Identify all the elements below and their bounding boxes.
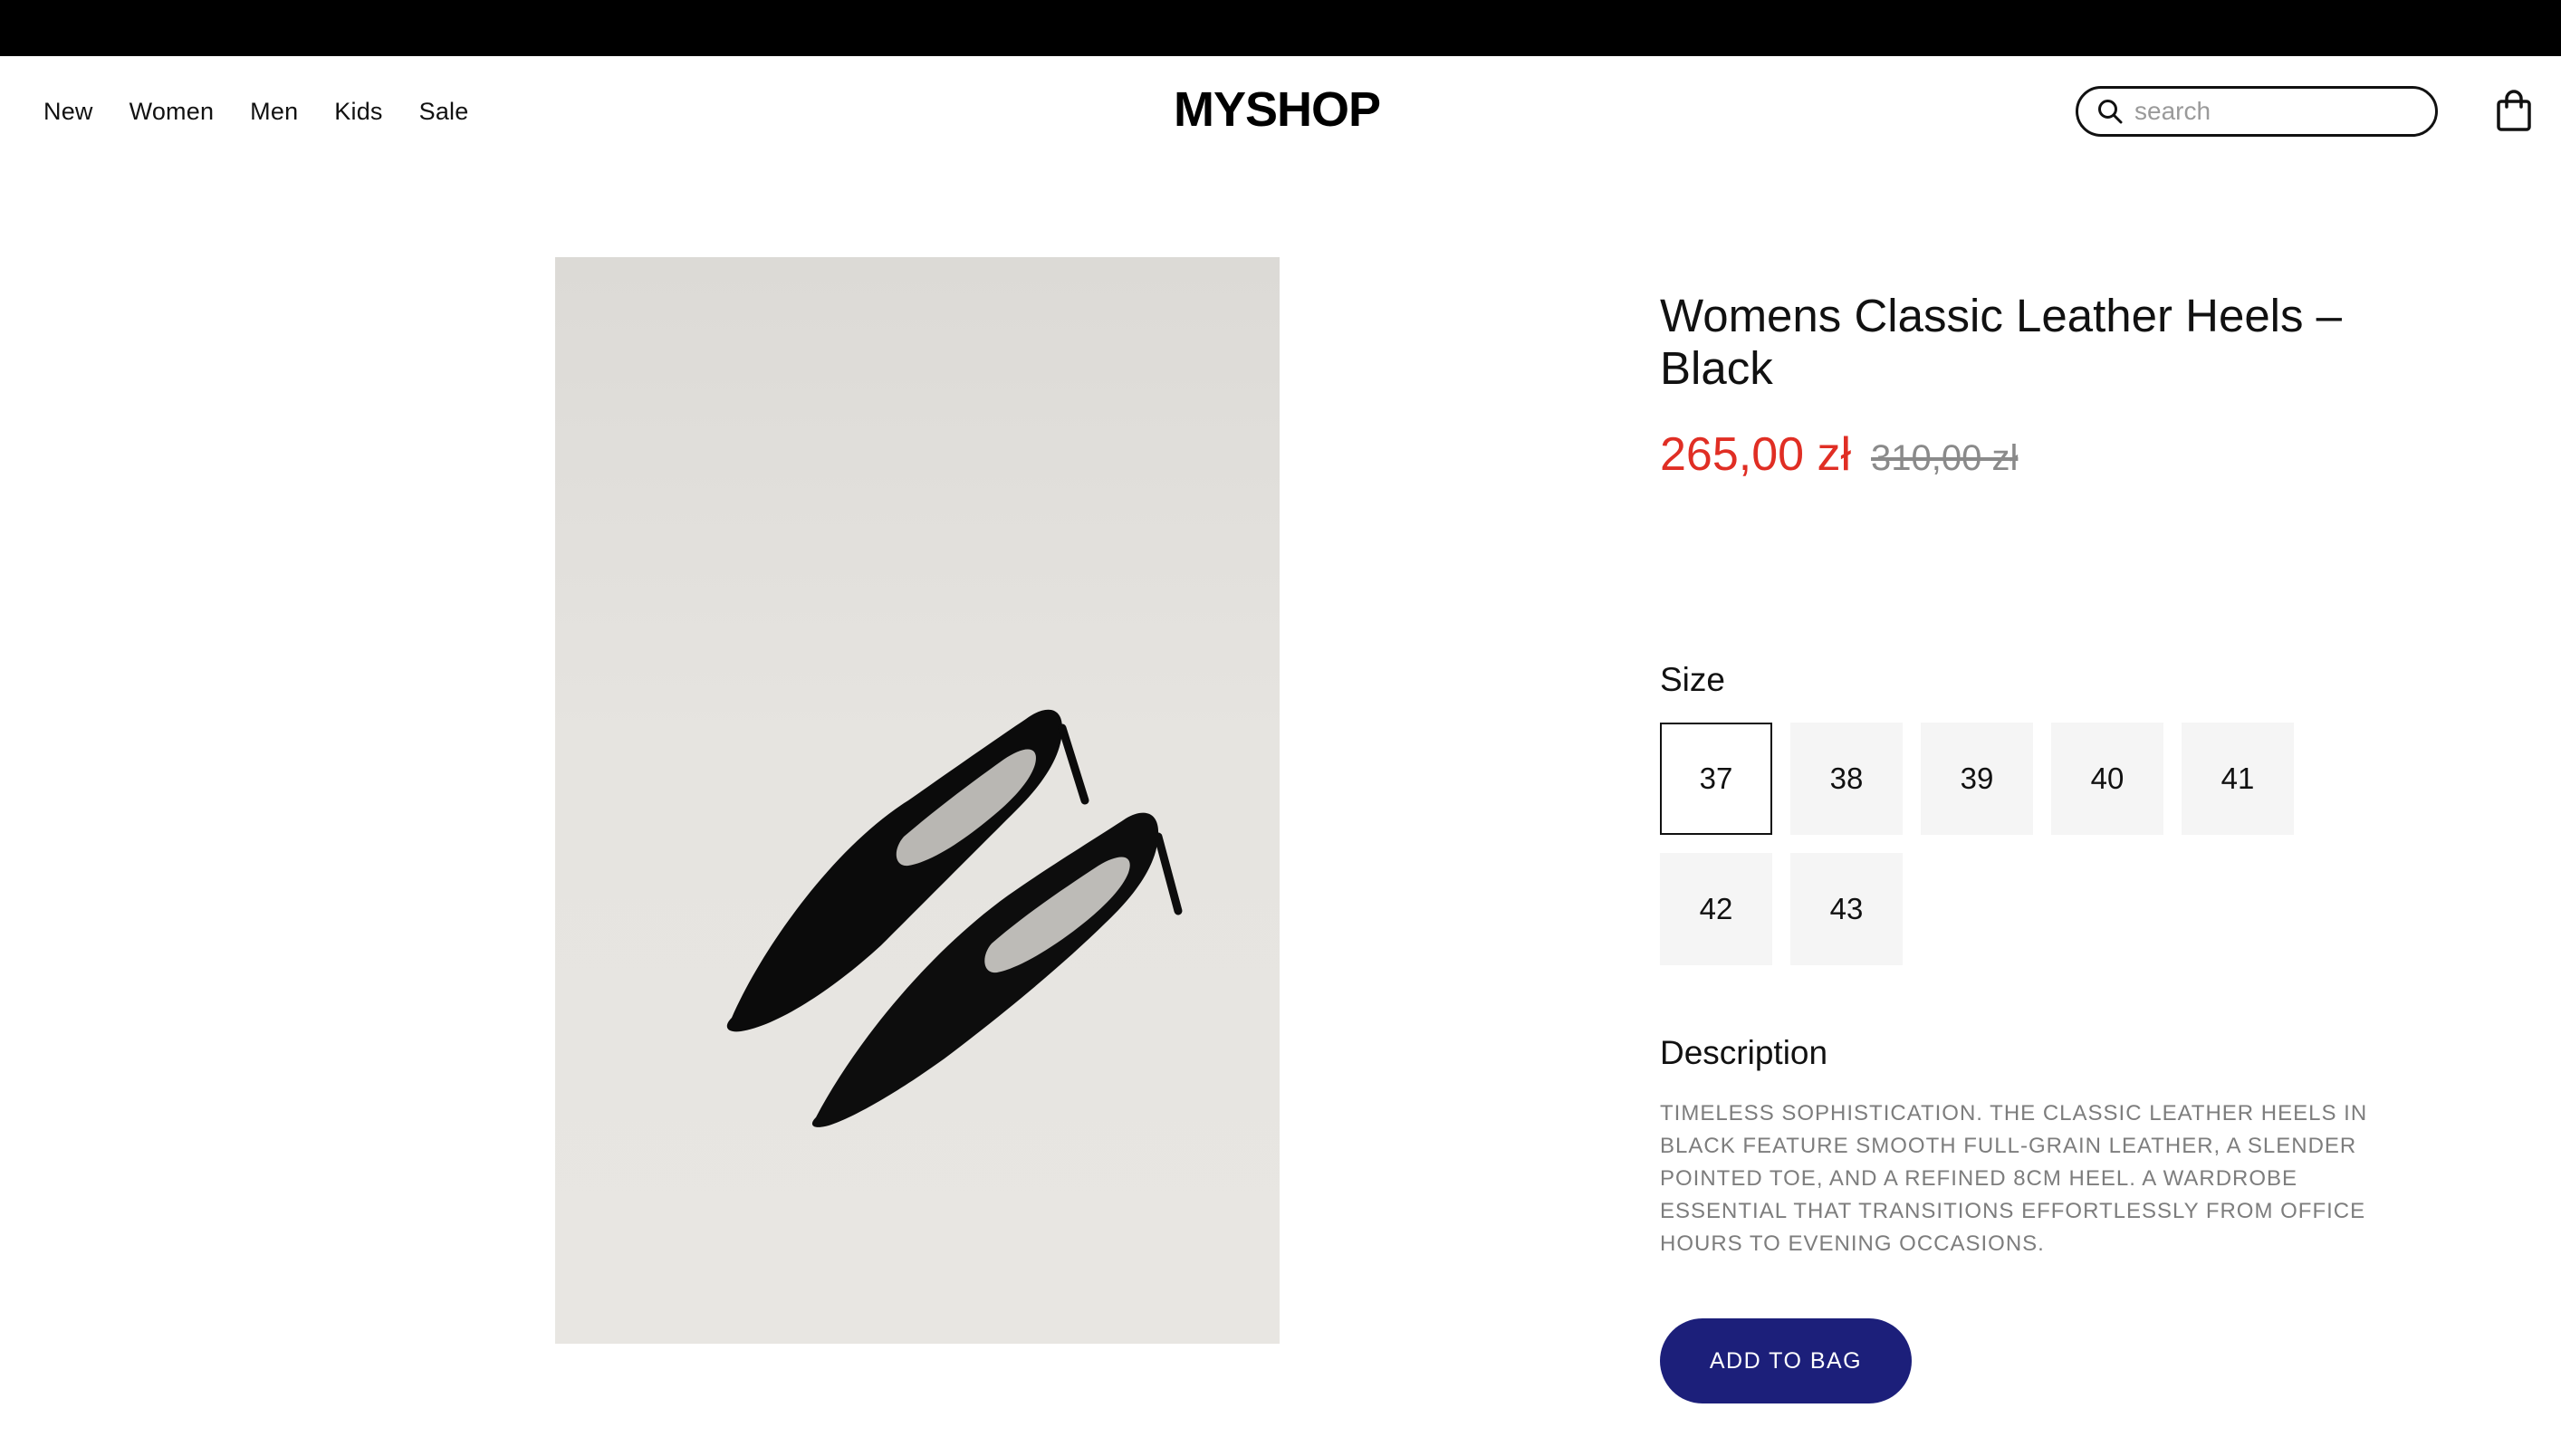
size-option-40[interactable]: 40 <box>2051 723 2163 835</box>
sale-price: 265,00 zł <box>1660 428 1852 481</box>
description-text: Timeless sophistication. The Classic Lea… <box>1660 1101 2368 1256</box>
original-price: 310,00 zł <box>1871 438 2019 478</box>
size-option-42[interactable]: 42 <box>1660 853 1772 965</box>
add-to-bag-button[interactable]: ADD TO BAG <box>1660 1318 1912 1403</box>
site-logo[interactable]: MYSHOP <box>1174 81 1381 138</box>
top-bar <box>0 0 2561 56</box>
nav-link-kids[interactable]: Kids <box>334 98 382 126</box>
size-option-43[interactable]: 43 <box>1790 853 1903 965</box>
size-option-39[interactable]: 39 <box>1921 723 2033 835</box>
heels-photo <box>726 709 1183 1127</box>
search-box[interactable] <box>2076 86 2438 137</box>
nav-link-new[interactable]: New <box>43 98 93 126</box>
site-header: New Women Men Kids Sale MYSHOP <box>0 56 2561 167</box>
nav-link-women[interactable]: Women <box>129 98 215 126</box>
size-label: Size <box>1660 661 1725 698</box>
main-nav: New Women Men Kids Sale <box>43 56 504 167</box>
shopping-bag-icon[interactable] <box>2496 89 2532 132</box>
size-option-41[interactable]: 41 <box>2182 723 2294 835</box>
nav-link-men[interactable]: Men <box>250 98 298 126</box>
description-label: Description <box>1660 1034 1828 1071</box>
product-title: Womens Classic Leather Heels – Black <box>1660 290 2343 394</box>
size-option-38[interactable]: 38 <box>1790 723 1903 835</box>
search-input[interactable] <box>2134 97 2424 126</box>
product-image <box>555 257 1280 1344</box>
size-option-37[interactable]: 37 <box>1660 723 1772 835</box>
size-selector: 37 38 39 40 41 42 43 <box>1660 723 2330 983</box>
price-row: 265,00 zł 310,00 zł <box>1660 427 2384 482</box>
product-info: Womens Classic Leather Heels – Black 265… <box>1660 290 2384 1403</box>
search-icon <box>2098 100 2123 124</box>
nav-link-sale[interactable]: Sale <box>419 98 469 126</box>
